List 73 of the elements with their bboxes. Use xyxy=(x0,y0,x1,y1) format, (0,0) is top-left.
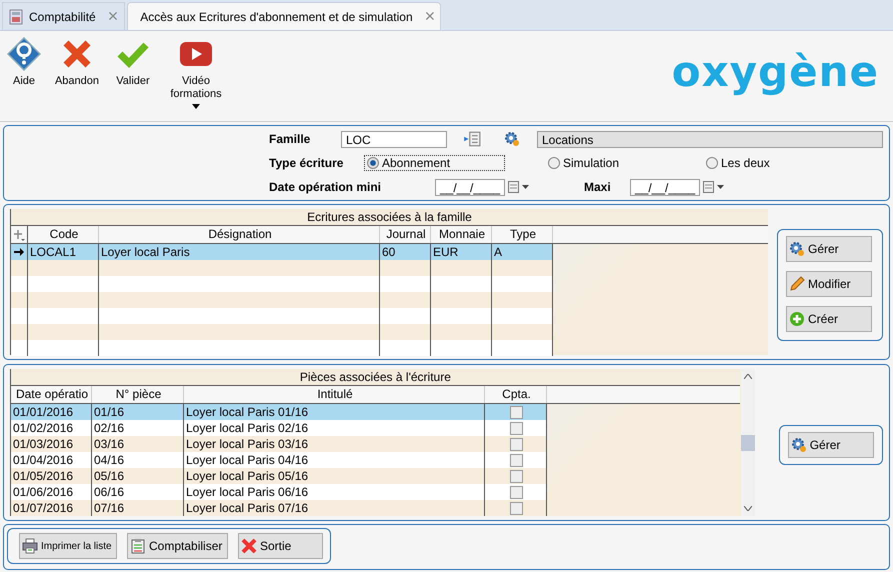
table-title: Pièces associées à l'écriture xyxy=(11,369,740,386)
table-row[interactable]: 01/02/2016 02/16 Loyer local Paris 02/16 xyxy=(11,420,547,436)
plus-icon[interactable] xyxy=(13,228,25,240)
tab[interactable]: Accès aux Ecritures d'abonnement et de simulation × xyxy=(127,2,442,30)
gear-icon[interactable] xyxy=(503,131,521,147)
table-title: Ecritures associées à la famille xyxy=(11,209,768,226)
pencil-icon xyxy=(789,276,805,292)
famille-field[interactable]: LOC xyxy=(341,130,447,148)
field-label: Type écriture xyxy=(269,156,344,170)
checkbox[interactable] xyxy=(510,470,523,482)
table-row[interactable]: 01/01/2016 01/16 Loyer local Paris 01/16 xyxy=(11,404,547,420)
scroll-thumb[interactable] xyxy=(740,434,755,450)
checkbox[interactable] xyxy=(510,486,523,498)
plus-icon xyxy=(789,311,805,327)
table-row[interactable]: 01/06/2016 06/16 Loyer local Paris 06/16 xyxy=(11,484,547,500)
action-button[interactable]: Créer xyxy=(786,306,872,332)
clipboard-icon xyxy=(130,538,146,554)
checkbox[interactable] xyxy=(510,438,523,450)
help-icon xyxy=(7,37,41,71)
scrollbar[interactable] xyxy=(740,369,755,516)
radio-button[interactable]: Simulation xyxy=(545,155,703,171)
column-header[interactable]: Date opératio xyxy=(11,386,92,403)
column-header[interactable]: Code xyxy=(28,226,99,243)
column-header[interactable]: Monnaie xyxy=(431,226,492,243)
column-header[interactable]: Cpta. xyxy=(485,386,547,403)
checkbox[interactable] xyxy=(510,502,523,514)
gear-icon xyxy=(790,437,807,453)
radio-button[interactable]: Abonnement xyxy=(364,155,505,171)
radio-button[interactable]: Les deux xyxy=(703,155,889,171)
table-row[interactable]: LOCAL1 Loyer local Paris 60 EUR A xyxy=(11,244,553,260)
table-row[interactable]: 01/07/2016 07/16 Loyer local Paris 07/16 xyxy=(11,500,547,516)
field-label: Maxi xyxy=(584,180,612,194)
table-cell: Loyer local Paris 07/16 xyxy=(184,500,485,516)
field-label: Famille xyxy=(269,132,312,146)
arrow-icon xyxy=(14,248,24,256)
footer-button[interactable]: Imprimer la liste xyxy=(19,533,117,559)
table-cell: 07/16 xyxy=(92,500,184,516)
printer-icon xyxy=(22,538,38,554)
footer-button[interactable]: Sortie xyxy=(238,533,323,559)
date-field[interactable]: __/__/____ xyxy=(435,178,505,196)
action-button[interactable]: Modifier xyxy=(786,271,872,297)
calendar-icon[interactable] xyxy=(508,181,530,193)
table-row[interactable]: 01/03/2016 03/16 Loyer local Paris 03/16 xyxy=(11,436,547,452)
action-button[interactable]: Gérer xyxy=(786,236,872,262)
calculator-icon xyxy=(9,8,23,24)
column-header[interactable]: Désignation xyxy=(99,226,380,243)
cross-icon xyxy=(241,538,257,554)
checkbox[interactable] xyxy=(510,422,523,434)
toolbar-button[interactable]: Abandon xyxy=(52,37,102,88)
logo: oxygène xyxy=(672,47,879,96)
action-button[interactable]: Gérer xyxy=(788,432,874,458)
gear-icon xyxy=(789,241,805,257)
column-header[interactable]: Journal xyxy=(380,226,431,243)
famille-name-field: Locations xyxy=(537,130,883,148)
tab[interactable]: Comptabilité × xyxy=(2,2,126,30)
toolbar-button[interactable]: Valider xyxy=(114,37,152,88)
checkbox[interactable] xyxy=(510,454,523,466)
date-field[interactable]: __/__/____ xyxy=(630,178,700,196)
checkbox[interactable] xyxy=(510,406,523,418)
table-row[interactable]: 01/04/2016 04/16 Loyer local Paris 04/16 xyxy=(11,452,547,468)
list-icon[interactable] xyxy=(463,131,481,147)
field-label: Date opération mini xyxy=(269,180,382,194)
toolbar-button[interactable]: Vidéo formations xyxy=(166,37,226,109)
calendar-icon[interactable] xyxy=(703,181,725,193)
column-header[interactable]: N° pièce xyxy=(92,386,184,403)
scroll-down-icon[interactable] xyxy=(744,506,752,511)
table-row[interactable]: 01/05/2016 05/16 Loyer local Paris 05/16 xyxy=(11,468,547,484)
scroll-up-icon[interactable] xyxy=(744,374,752,379)
table-cell: 01/07/2016 xyxy=(11,500,92,516)
toolbar-button[interactable]: Aide xyxy=(4,37,44,88)
column-header[interactable]: Intitulé xyxy=(184,386,485,403)
footer-button[interactable]: Comptabiliser xyxy=(127,533,228,559)
column-header[interactable]: Type xyxy=(492,226,553,243)
